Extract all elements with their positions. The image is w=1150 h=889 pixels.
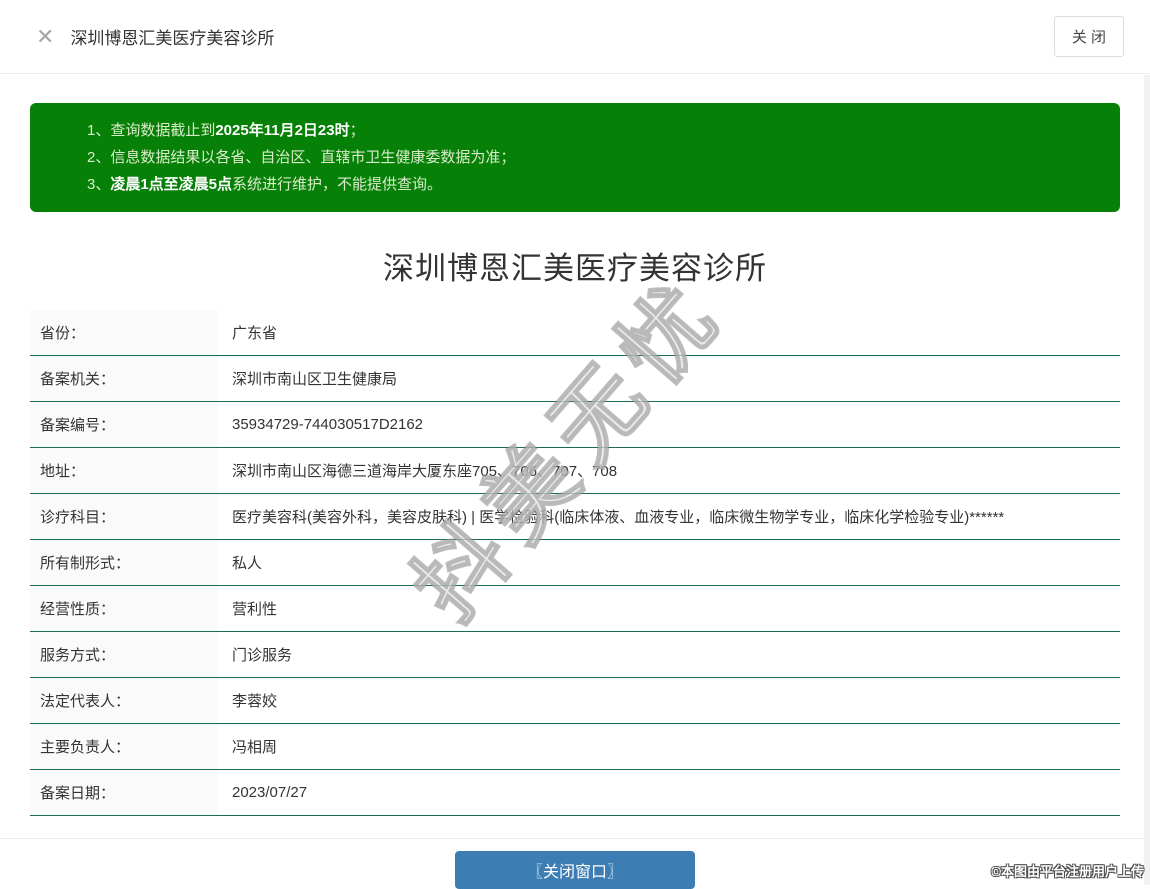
- notice-line-1: 1、查询数据截止到2025年11月2日23时；: [87, 122, 365, 139]
- row-value: 广东省: [232, 325, 278, 342]
- row-label: 法定代表人：: [30, 678, 218, 723]
- table-row-address: 地址： 深圳市南山区海德三道海岸大厦东座705、706、707、708: [30, 448, 1120, 494]
- close-button[interactable]: 关 闭: [1053, 16, 1124, 57]
- main-content: 1、查询数据截止到2025年11月2日23时； 2、信息数据结果以各省、自治区、…: [0, 103, 1150, 816]
- scrollbar[interactable]: [1144, 75, 1150, 885]
- row-value: 私人: [232, 555, 263, 572]
- row-value: 门诊服务: [232, 647, 293, 664]
- info-table: 省份： 广东省 备案机关： 深圳市南山区卫生健康局 备案编号： 35934729…: [30, 310, 1120, 816]
- row-label: 备案机关：: [30, 356, 218, 401]
- notice-line-3: 3、凌晨1点至凌晨5点系统进行维护，不能提供查询。: [87, 176, 443, 193]
- row-label: 备案日期：: [30, 770, 218, 815]
- row-value: 深圳市南山区海德三道海岸大厦东座705、706、707、708: [232, 463, 618, 480]
- table-row-principal: 主要负责人： 冯相周: [30, 724, 1120, 770]
- close-icon[interactable]: ✕: [36, 25, 54, 48]
- corner-watermark: ©本图由平台注册用户上传: [991, 864, 1144, 879]
- notice-line-2: 2、信息数据结果以各省、自治区、直辖市卫生健康委数据为准；: [87, 149, 516, 166]
- page-title: 深圳博恩汇美医疗美容诊所: [383, 251, 767, 286]
- table-row-departments: 诊疗科目： 医疗美容科(美容外科，美容皮肤科) | 医学检验科(临床体液、血液专…: [30, 494, 1120, 540]
- table-row-business-nature: 经营性质： 营利性: [30, 586, 1120, 632]
- table-row-ownership: 所有制形式： 私人: [30, 540, 1120, 586]
- window-title: 深圳博恩汇美医疗美容诊所: [70, 29, 275, 48]
- table-row-filing-number: 备案编号： 35934729-744030517D2162: [30, 402, 1120, 448]
- table-row-service-mode: 服务方式： 门诊服务: [30, 632, 1120, 678]
- row-label: 省份：: [30, 310, 218, 355]
- table-row-filing-authority: 备案机关： 深圳市南山区卫生健康局: [30, 356, 1120, 402]
- notice-banner: 1、查询数据截止到2025年11月2日23时； 2、信息数据结果以各省、自治区、…: [30, 103, 1120, 212]
- row-value: 李蓉姣: [232, 693, 278, 710]
- row-label: 所有制形式：: [30, 540, 218, 585]
- row-value: 2023/07/27: [232, 784, 308, 801]
- row-label: 服务方式：: [30, 632, 218, 677]
- row-label: 诊疗科目：: [30, 494, 218, 539]
- table-row-filing-date: 备案日期： 2023/07/27: [30, 770, 1120, 816]
- row-value: 35934729-744030517D2162: [232, 416, 424, 433]
- row-label: 经营性质：: [30, 586, 218, 631]
- close-window-button[interactable]: 〖关闭窗口〗: [455, 851, 695, 889]
- table-row-legal-representative: 法定代表人： 李蓉姣: [30, 678, 1120, 724]
- row-value: 营利性: [232, 601, 278, 618]
- row-label: 备案编号：: [30, 402, 218, 447]
- row-value: 医疗美容科(美容外科，美容皮肤科) | 医学检验科(临床体液、血液专业，临床微生…: [232, 509, 1005, 526]
- row-value: 冯相周: [232, 739, 278, 756]
- top-bar: ✕ 深圳博恩汇美医疗美容诊所 关 闭: [0, 0, 1150, 74]
- footer: 〖关闭窗口〗: [0, 838, 1150, 889]
- row-value: 深圳市南山区卫生健康局: [232, 371, 398, 388]
- table-row-province: 省份： 广东省: [30, 310, 1120, 356]
- row-label: 主要负责人：: [30, 724, 218, 769]
- row-label: 地址：: [30, 448, 218, 493]
